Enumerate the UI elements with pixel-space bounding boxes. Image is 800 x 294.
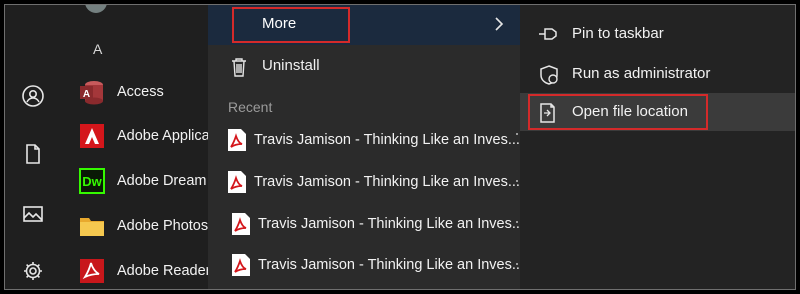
settings-icon[interactable] [18, 256, 48, 286]
recent-item[interactable]: Travis Jamison - Thinking Like an Inves.… [230, 250, 524, 280]
trash-icon [232, 58, 246, 77]
app-label: Adobe Photos [117, 218, 209, 234]
access-icon: A [79, 79, 105, 105]
more-menu-item[interactable]: More [208, 5, 520, 45]
context-menu: More Uninstall Recent Travis Jamison - T… [208, 5, 524, 289]
app-list: A A Access Adobe Applica Dw Adobe Dream … [65, 5, 211, 289]
recent-label: Travis Jamison - Thinking Like an Inves.… [258, 257, 524, 273]
folder-icon [79, 213, 105, 239]
pictures-icon[interactable] [18, 199, 48, 229]
more-submenu: Pin to taskbar Run as administrator Open… [520, 5, 795, 289]
app-item-adobe-reader[interactable]: Adobe Reader [79, 256, 211, 286]
scroll-tick [516, 263, 518, 265]
app-label: Access [117, 84, 164, 100]
pin-icon [539, 28, 557, 40]
recent-label: Travis Jamison - Thinking Like an Inves.… [254, 132, 520, 148]
user-account-icon[interactable] [18, 81, 48, 111]
start-menu-frame: A A Access Adobe Applica Dw Adobe Dream … [4, 4, 796, 290]
app-item-adobe-photoshop[interactable]: Adobe Photos [79, 211, 208, 241]
run-as-administrator-item[interactable]: Run as administrator [520, 55, 795, 93]
app-item-access[interactable]: A Access [79, 77, 164, 107]
shield-admin-icon [540, 65, 558, 85]
pdf-icon [228, 129, 246, 151]
start-rail [5, 5, 65, 289]
recent-item[interactable]: Travis Jamison - Thinking Like an Inves.… [230, 209, 524, 239]
dreamweaver-icon: Dw [79, 168, 105, 194]
app-label: Adobe Dream [117, 173, 207, 189]
uninstall-label: Uninstall [262, 57, 320, 74]
app-item-adobe-dreamweaver[interactable]: Dw Adobe Dream [79, 166, 206, 196]
app-item-adobe-application[interactable]: Adobe Applica [79, 121, 210, 151]
recent-label: Travis Jamison - Thinking Like an Inves.… [258, 216, 524, 232]
app-label: Adobe Reader [117, 263, 211, 279]
scroll-tick [516, 221, 518, 223]
pin-to-taskbar-label: Pin to taskbar [572, 25, 664, 42]
open-file-location-highlight-box [528, 94, 708, 130]
pdf-icon [228, 171, 246, 193]
scroll-tick [516, 180, 518, 182]
recent-header: Recent [228, 99, 273, 115]
recent-item[interactable]: Travis Jamison - Thinking Like an Inves.… [226, 167, 520, 197]
documents-icon[interactable] [18, 139, 48, 169]
app-label: Adobe Applica [117, 128, 210, 144]
partial-app-icon [85, 5, 107, 13]
pdf-icon [232, 213, 250, 235]
chevron-right-icon [495, 17, 504, 31]
more-label: More [262, 15, 297, 32]
adobe-app-icon [79, 123, 105, 149]
scroll-tick [516, 133, 518, 135]
pdf-icon [232, 254, 250, 276]
run-as-administrator-label: Run as administrator [572, 65, 711, 82]
recent-label: Travis Jamison - Thinking Like an Inves.… [254, 174, 520, 190]
pin-to-taskbar-item[interactable]: Pin to taskbar [520, 15, 795, 53]
recent-item[interactable]: Travis Jamison - Thinking Like an Inves.… [226, 125, 520, 155]
section-letter[interactable]: A [93, 41, 102, 57]
acrobat-icon [79, 258, 105, 284]
dreamweaver-icon-text: Dw [82, 173, 102, 189]
uninstall-menu-item[interactable]: Uninstall [208, 49, 520, 83]
svg-text:A: A [83, 89, 90, 100]
